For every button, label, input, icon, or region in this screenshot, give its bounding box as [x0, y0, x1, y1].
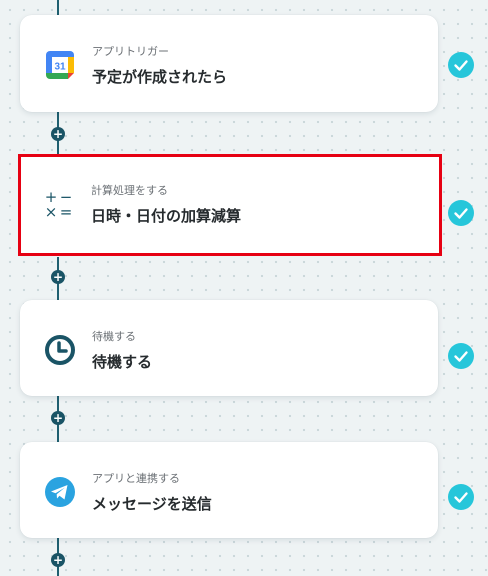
step-title: メッセージを送信	[92, 495, 212, 513]
flow-step-card-wait[interactable]: 待機する 待機する	[20, 300, 438, 396]
step-title: 日時・日付の加算減算	[91, 207, 242, 225]
google-calendar-icon: 31	[44, 49, 76, 81]
step-complete-check-icon	[448, 200, 474, 226]
step-title: 待機する	[92, 353, 153, 371]
flow-step-card-trigger[interactable]: 31 アプリトリガー 予定が作成されたら	[20, 15, 438, 112]
step-label: アプリトリガー	[92, 46, 169, 58]
step-title: 予定が作成されたら	[92, 68, 228, 86]
flow-step-card-telegram[interactable]: アプリと連携する メッセージを送信	[20, 442, 438, 538]
equals-operator: =	[60, 203, 73, 220]
add-step-button[interactable]: +	[51, 127, 65, 141]
step-label: 計算処理をする	[91, 185, 168, 197]
flow-connector-line	[57, 0, 59, 15]
step-complete-check-icon	[448, 484, 474, 510]
step-label: アプリと連携する	[92, 473, 180, 485]
add-step-button[interactable]: +	[51, 411, 65, 425]
calculator-operators-icon: + − × =	[43, 188, 75, 221]
calendar-day-number: 31	[54, 62, 66, 73]
flow-step-card-calculation[interactable]: + − × = 計算処理をする 日時・日付の加算減算	[18, 154, 442, 256]
clock-icon	[44, 334, 76, 366]
step-label: 待機する	[92, 331, 136, 343]
telegram-icon	[44, 476, 76, 508]
step-complete-check-icon	[448, 52, 474, 78]
add-step-button[interactable]: +	[51, 553, 65, 567]
step-complete-check-icon	[448, 343, 474, 369]
add-step-button[interactable]: +	[51, 270, 65, 284]
times-operator: ×	[45, 203, 58, 220]
